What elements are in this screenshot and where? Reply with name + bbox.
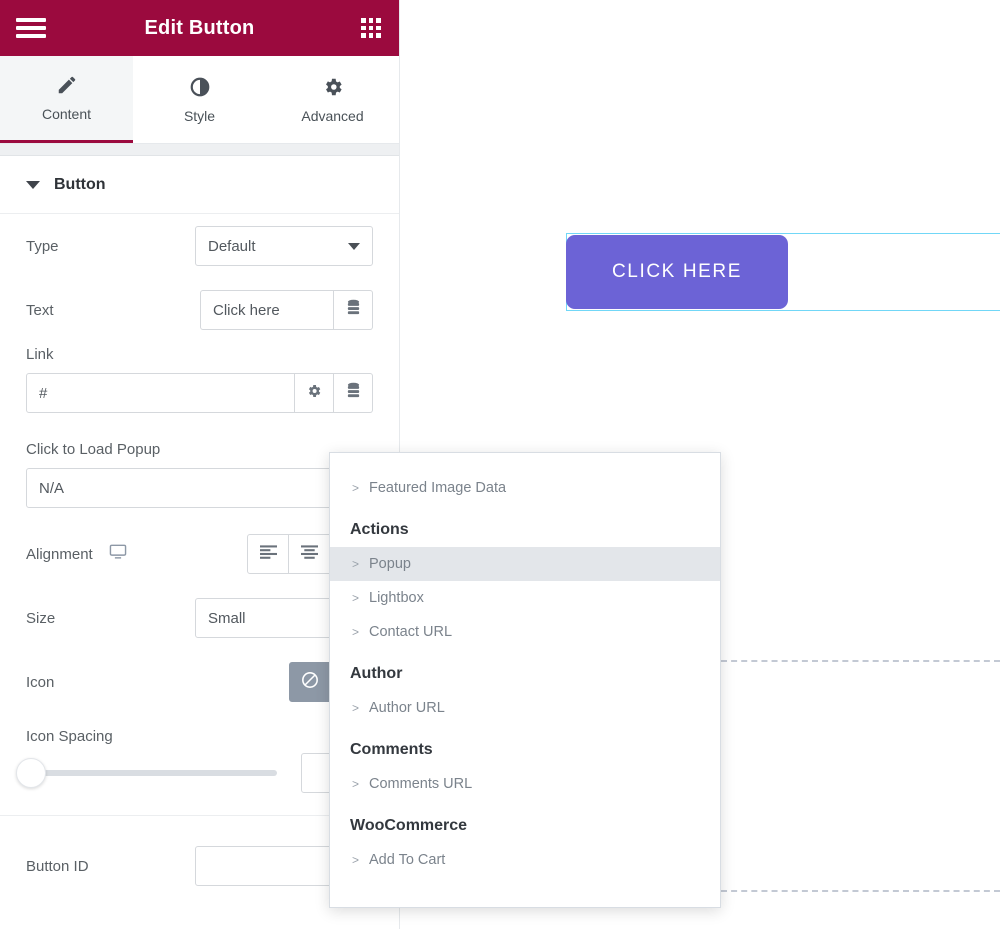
field-row-icon-spacing: Icon Spacing [16,714,373,815]
field-row-popup: Click to Load Popup N/A [26,437,373,514]
tab-advanced-label: Advanced [301,107,364,124]
gear-icon [306,383,322,404]
popup-select-value: N/A [39,479,65,497]
slider-handle[interactable] [16,758,46,788]
panel-tab-strip [0,144,399,156]
icon-none-button[interactable] [289,662,331,702]
dropdown-group-heading: Actions [350,521,409,538]
dropdown-item[interactable]: > Featured Image Data [330,471,720,505]
field-row-icon: Icon [26,650,373,714]
tab-style-label: Style [183,107,216,124]
panel-tabs: Content Style Advanced [0,56,399,144]
app-root: CLICK HERE Edit Button Content Style Adv… [0,0,1000,929]
panel-header: Edit Button [0,0,399,56]
button-text-input[interactable] [200,290,334,330]
field-row-link: Link [26,342,373,419]
dropdown-group-heading: WooCommerce [350,817,468,834]
chevron-right-icon: > [352,591,360,605]
database-icon [346,299,361,321]
field-label-link: Link [26,346,54,363]
section-header-button[interactable]: Button [0,156,399,214]
tab-advanced[interactable]: Advanced [266,56,399,143]
chevron-right-icon: > [352,701,360,715]
icon-spacing-slider-row [16,745,373,815]
dynamic-tags-dropdown[interactable]: > Featured Image Data Actions > Popup > Lightb… [329,452,721,908]
hamburger-icon[interactable] [16,18,46,38]
dropdown-item[interactable]: > Comments URL [330,767,720,801]
chevron-right-icon: > [352,481,360,495]
desktop-icon[interactable] [109,544,127,564]
tab-content[interactable]: Content [0,56,133,143]
tab-style[interactable]: Style [133,56,266,143]
type-select[interactable]: Default [195,226,373,266]
field-label-popup: Click to Load Popup [26,441,161,458]
chevron-right-icon: > [352,853,360,867]
icon-spacing-slider[interactable] [16,758,277,788]
dropdown-item-label: Featured Image Data [369,480,507,496]
section-title: Button [54,175,106,193]
field-label-text: Text [26,301,54,319]
chevron-right-icon: > [352,557,360,571]
dropdown-item[interactable]: > Contact URL [330,615,720,649]
pencil-icon [56,74,78,96]
database-icon [346,382,361,404]
grid-apps-icon[interactable] [361,18,381,38]
field-label-type: Type [26,237,59,255]
dropdown-item-label: Comments URL [369,776,473,792]
caret-down-icon [26,180,40,189]
type-select-value: Default [208,237,256,255]
field-label-button-id: Button ID [26,857,89,875]
canvas-dashed-guide-bottom [721,890,1000,892]
contrast-circle-icon [189,76,211,98]
align-center-button[interactable] [289,534,331,574]
canvas-dashed-guide-top [721,660,1000,662]
field-label-alignment-wrap: Alignment [26,544,191,564]
dropdown-item[interactable]: > Author URL [330,691,720,725]
tab-content-label: Content [41,106,92,122]
popup-select[interactable]: N/A [26,468,373,508]
dropdown-item-label: Add To Cart [369,852,446,868]
field-row-size: Size Small [26,586,373,650]
dynamic-tag-button-link[interactable] [334,373,373,413]
canvas-click-here-button[interactable]: CLICK HERE [566,235,788,309]
dropdown-item-label: Contact URL [369,624,453,640]
size-select-value: Small [208,609,246,627]
dropdown-item[interactable]: > Popup [330,547,720,581]
gear-icon [322,76,344,98]
dynamic-tag-button-text[interactable] [334,290,373,330]
dropdown-group-heading: Author [350,665,403,682]
field-label-icon: Icon [26,673,55,691]
align-center-icon [301,544,318,564]
field-row-text: Text [26,278,373,342]
dropdown-item[interactable]: > Lightbox [330,581,720,615]
text-input-group [200,290,373,330]
dropdown-top-padding [330,453,720,471]
link-options-button[interactable] [295,373,334,413]
field-label-alignment: Alignment [26,545,93,563]
dropdown-item-label: Lightbox [369,590,424,606]
link-input-group [26,373,373,413]
dropdown-item[interactable]: > Add To Cart [330,843,720,877]
chevron-right-icon: > [352,625,360,639]
canvas-button-label: CLICK HERE [611,261,743,282]
page-title: Edit Button [144,16,255,39]
field-row-button-id: Button ID [26,834,373,898]
field-label-size: Size [26,609,56,627]
field-label-icon-spacing: Icon Spacing [26,728,113,745]
link-url-input[interactable] [26,373,295,413]
chevron-down-icon [348,242,360,250]
dropdown-item-label: Author URL [369,700,445,716]
field-row-alignment: Alignment [26,522,373,586]
align-left-icon [259,544,277,564]
dropdown-group-heading: Comments [350,741,433,758]
dropdown-list: > Featured Image Data Actions > Popup > Lightb… [330,471,720,877]
align-left-button[interactable] [247,534,289,574]
chevron-right-icon: > [352,777,360,791]
dropdown-item-label: Popup [369,556,411,572]
field-row-type: Type Default [26,214,373,278]
ban-none-icon [300,670,320,695]
